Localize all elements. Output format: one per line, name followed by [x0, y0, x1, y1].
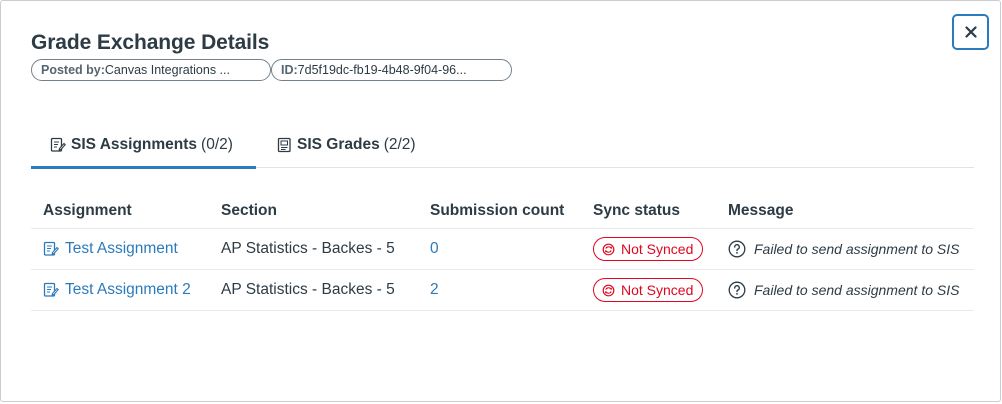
submission-count-cell: 0 [430, 229, 439, 269]
table-row: Test Assignment AP Statistics - Backes -… [31, 229, 974, 270]
tab-sis-grades-count: (2/2) [383, 135, 416, 153]
close-button[interactable] [952, 14, 989, 50]
assignment-link[interactable]: Test Assignment 2 [43, 281, 191, 299]
assignment-icon [43, 241, 59, 256]
tab-sis-grades[interactable]: SIS Grades (2/2) [276, 121, 416, 168]
posted-by-value: Canvas Integrations ... [104, 63, 230, 77]
sync-status-cell: Not Synced [593, 229, 704, 269]
assignments-table: Assignment Section Submission count Sync… [31, 191, 974, 311]
message-cell: Failed to send assignment to SIS [728, 229, 959, 269]
assignment-name: Test Assignment [65, 240, 178, 257]
gradebook-icon [277, 137, 291, 152]
submission-count-link[interactable]: 2 [430, 281, 439, 299]
posted-by-pill: Posted by:Canvas Integrations ... [31, 59, 271, 81]
section-cell: AP Statistics - Backes - 5 [221, 240, 395, 257]
not-synced-icon [602, 284, 615, 296]
table-header-row: Assignment Section Submission count Sync… [31, 191, 974, 229]
message-text: Failed to send assignment to SIS [754, 282, 960, 298]
status-badge: Not Synced [593, 237, 704, 261]
posted-by-label: Posted by: [41, 63, 105, 77]
column-header-section: Section [221, 201, 277, 219]
submission-count-link[interactable]: 0 [430, 240, 439, 258]
tab-sis-grades-label: SIS Grades [297, 135, 380, 153]
assignment-icon [43, 282, 59, 297]
status-badge-label: Not Synced [621, 282, 694, 298]
assignment-cell: Test Assignment [43, 229, 178, 269]
question-icon[interactable] [728, 281, 746, 299]
section-cell: AP Statistics - Backes - 5 [221, 281, 395, 298]
submission-count-cell: 2 [430, 270, 439, 310]
dialog-title: Grade Exchange Details [31, 31, 270, 54]
not-synced-icon [602, 243, 615, 255]
id-value: 7d5f19dc-fb19-4b48-9f04-96... [297, 63, 467, 77]
question-icon[interactable] [728, 240, 746, 258]
details-pills: Posted by:Canvas Integrations ... ID:7d5… [31, 59, 512, 81]
tab-sis-assignments-count: (0/2) [201, 135, 233, 153]
assignment-name: Test Assignment 2 [65, 281, 191, 298]
id-pill: ID:7d5f19dc-fb19-4b48-9f04-96... [271, 59, 512, 81]
column-header-message: Message [728, 201, 794, 219]
column-header-submission-count: Submission count [430, 201, 565, 219]
assignment-link[interactable]: Test Assignment [43, 240, 178, 258]
message-cell: Failed to send assignment to SIS [728, 270, 959, 310]
message-text-wrap: Failed to send assignment to SIS [728, 240, 959, 258]
tab-list: SIS Assignments (0/2) SIS Grades (2/2) [31, 121, 974, 169]
status-badge-label: Not Synced [621, 241, 694, 257]
tab-sis-assignments-label: SIS Assignments [71, 135, 198, 153]
sync-status-cell: Not Synced [593, 270, 704, 310]
assignment-cell: Test Assignment 2 [43, 270, 191, 310]
status-badge: Not Synced [593, 278, 704, 302]
assignment-icon [50, 137, 66, 152]
grade-exchange-dialog: Grade Exchange Details Posted by:Canvas … [0, 0, 1001, 402]
close-icon [964, 26, 977, 38]
id-label: ID: [281, 63, 298, 77]
tab-sis-assignments[interactable]: SIS Assignments (0/2) [31, 121, 256, 169]
column-header-sync-status: Sync status [593, 201, 681, 219]
message-text: Failed to send assignment to SIS [754, 241, 960, 257]
table-row: Test Assignment 2 AP Statistics - Backes… [31, 270, 974, 311]
column-header-assignment: Assignment [43, 201, 132, 219]
message-text-wrap: Failed to send assignment to SIS [728, 281, 959, 299]
